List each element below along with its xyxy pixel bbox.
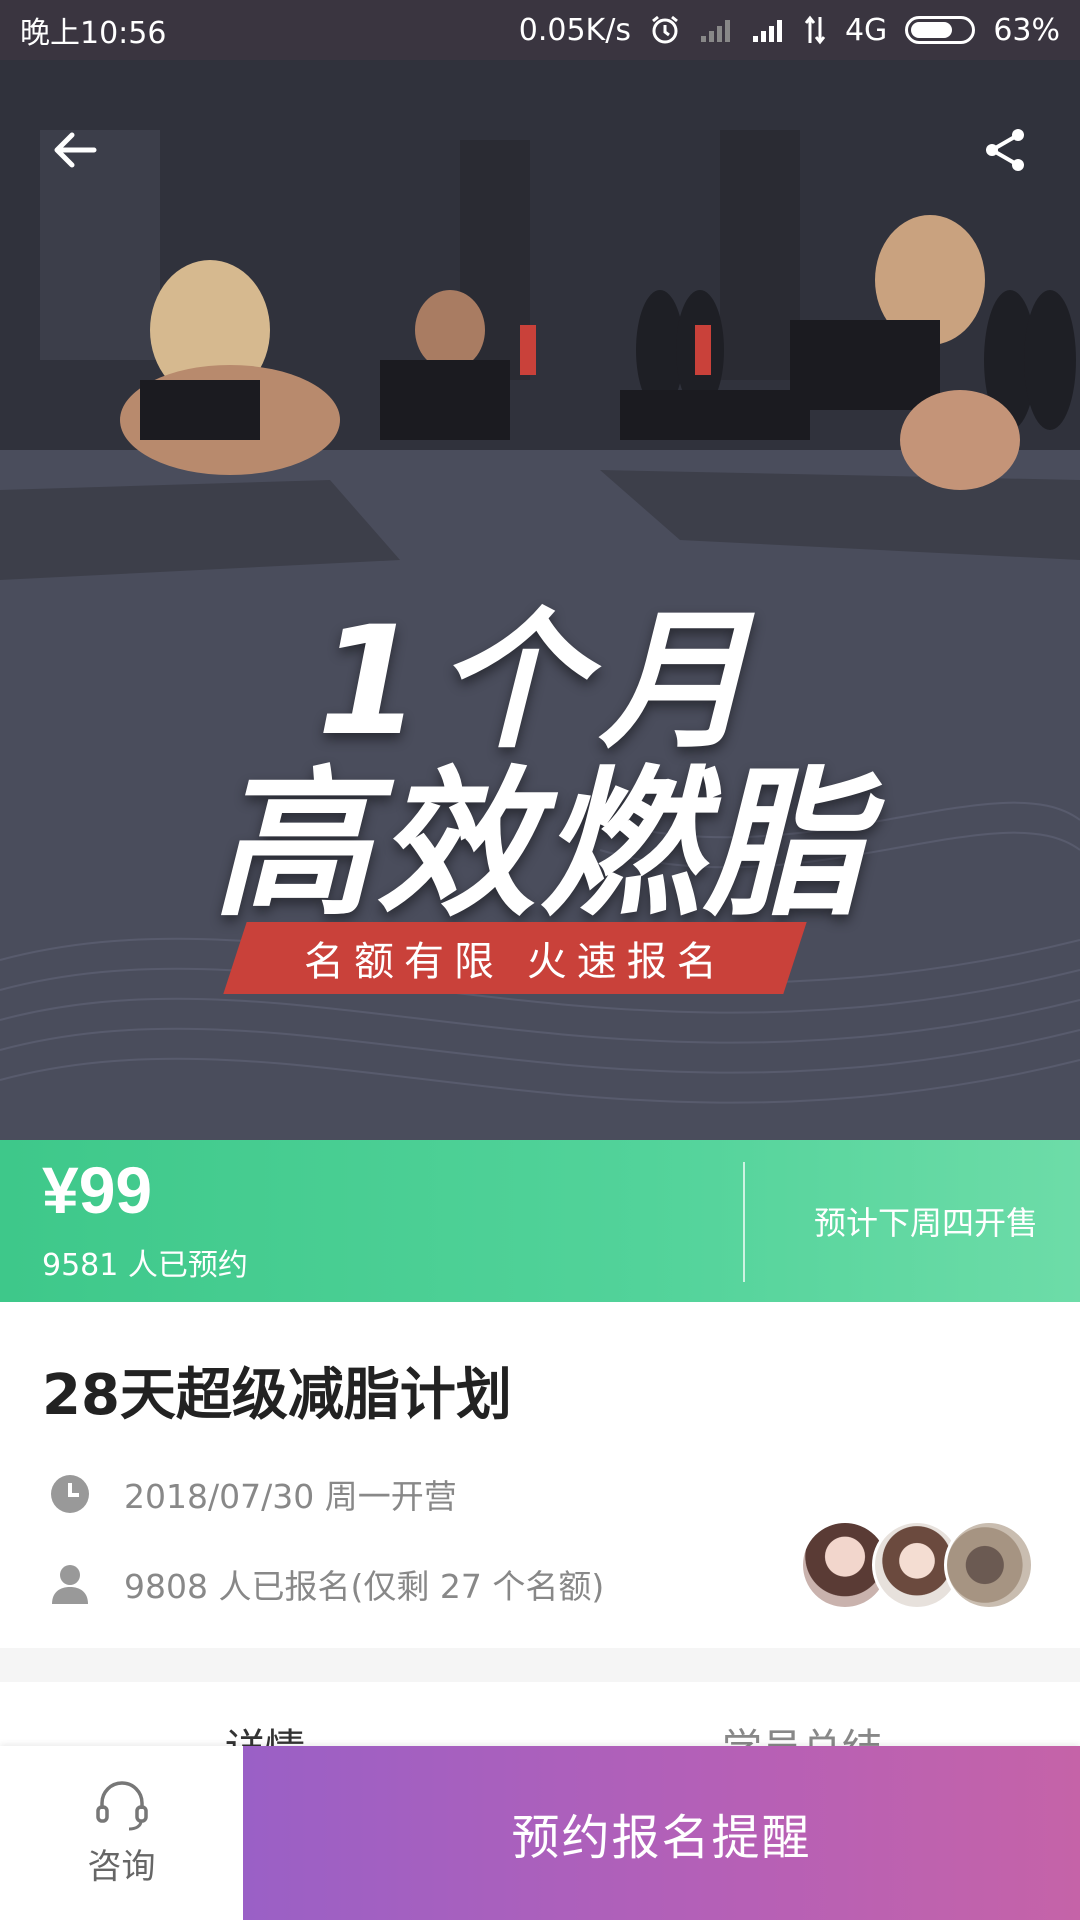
participant-avatars[interactable] <box>800 1520 1034 1610</box>
enrolled-count: 9808 人已报名(仅剩 27 个名额) <box>124 1567 605 1606</box>
hero-title-line2: 高效燃脂 <box>211 751 868 938</box>
signal-icon <box>699 16 733 44</box>
course-title: 28天超级减脂计划 <box>42 1363 512 1428</box>
battery-icon <box>905 16 976 44</box>
share-button[interactable] <box>965 110 1045 190</box>
back-button[interactable] <box>35 110 115 190</box>
bottom-action-bar: 咨询 预约报名提醒 <box>0 1746 1080 1920</box>
user-icon <box>48 1562 92 1606</box>
share-icon <box>986 129 1024 171</box>
avatar <box>944 1520 1034 1610</box>
reserve-reminder-button[interactable]: 预约报名提醒 <box>243 1746 1080 1920</box>
alarm-icon <box>649 14 681 46</box>
price-divider <box>743 1162 745 1282</box>
start-date: 2018/07/30 周一开营 <box>124 1477 457 1516</box>
enrolled-row: 9808 人已报名(仅剩 27 个名额) <box>48 1560 604 1608</box>
price: ¥99 <box>42 1153 153 1227</box>
consult-label: 咨询 <box>87 1846 156 1887</box>
clock-icon <box>48 1472 92 1516</box>
course-info-card: 28天超级减脂计划 2018/07/30 周一开营 9808 人已报名(仅剩 2… <box>0 1302 1080 1648</box>
reserved-count: 9581 人已预约 <box>42 1248 248 1283</box>
network-type: 4G <box>844 12 888 48</box>
status-time: 晚上10:56 <box>20 16 167 51</box>
status-bar: 晚上10:56 0.05K/s 4G 63% <box>0 0 1080 60</box>
status-indicators: 0.05K/s 4G 63% <box>519 13 1060 48</box>
data-arrows-icon <box>803 15 827 45</box>
start-date-row: 2018/07/30 周一开营 <box>48 1470 457 1518</box>
battery-percent: 63% <box>993 12 1060 48</box>
hero-banner: 1个月 高效燃脂 名额有限 火速报名 <box>0 60 1080 1140</box>
hero-promo-ribbon: 名额有限 火速报名 <box>223 922 807 994</box>
hero-promo-text: 名额有限 火速报名 <box>303 939 727 985</box>
headset-icon <box>95 1780 148 1830</box>
sale-note: 预计下周四开售 <box>813 1204 1038 1242</box>
price-bar: ¥99 9581 人已预约 预计下周四开售 <box>0 1140 1080 1302</box>
net-speed: 0.05K/s <box>518 12 631 48</box>
signal-strong-icon <box>751 16 785 44</box>
consult-button[interactable]: 咨询 <box>0 1746 243 1920</box>
arrow-left-icon <box>54 132 97 168</box>
